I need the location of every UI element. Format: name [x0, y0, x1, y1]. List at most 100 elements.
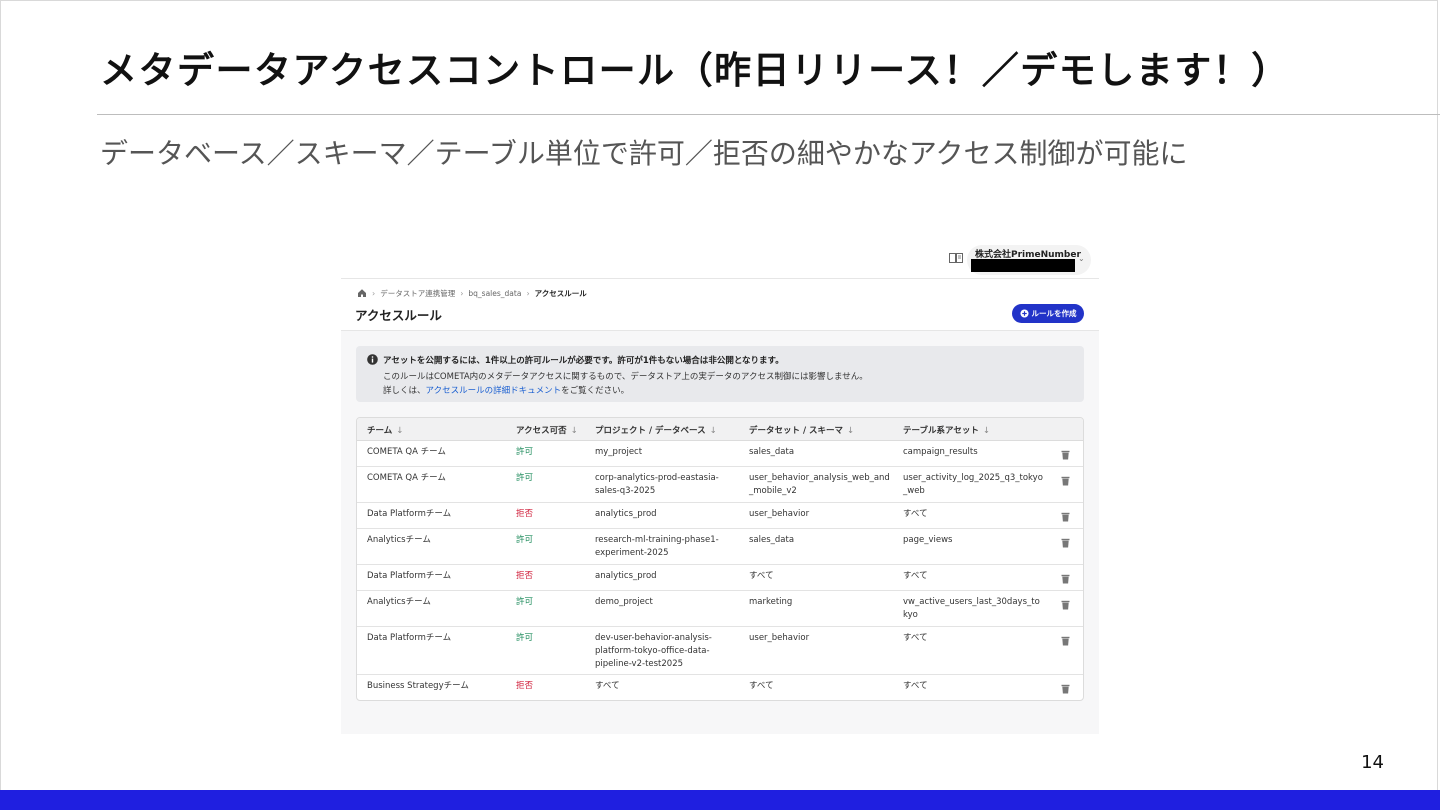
cell-table: すべて — [903, 508, 928, 521]
info-doc-suffix: をご覧ください。 — [561, 386, 630, 396]
access-rules-table: チーム ↓ アクセス可否 ↓ プロジェクト / データベース ↓ データセット / ス… — [356, 417, 1084, 701]
book-icon[interactable] — [949, 253, 963, 263]
bottom-accent-bar — [0, 790, 1440, 810]
cell-line: sales_data — [749, 447, 795, 457]
table-row[interactable]: COMETA QA チーム 許可 corp-analytics-prod-easta… — [357, 466, 1083, 503]
chevron-right-icon: › — [526, 288, 530, 298]
cell-team: Business Strategyチーム — [367, 681, 469, 691]
cell-line: sales_data — [749, 535, 795, 545]
breadcrumb-datastore[interactable]: データストア連携管理 — [380, 288, 455, 299]
column-dataset-label: データセット / スキーマ — [749, 426, 844, 436]
cell-access: 許可 — [516, 535, 534, 545]
cell-table: user_activity_log_2025_q3_tokyo _web — [903, 472, 1043, 498]
app-screenshot: 株式会社PrimeNumber ⌄ › データストア連携管理 › bq_sale… — [341, 242, 1099, 734]
table-row[interactable]: Data Platformチーム 許可 dev-user-behavior-anal… — [357, 626, 1083, 675]
cell-line: dev-user-behavior-analysis- — [595, 633, 712, 643]
cell-line: my_project — [595, 447, 643, 457]
cell-line: marketing — [749, 597, 793, 607]
cell-line: kyo — [903, 610, 918, 620]
cell-access: 許可 — [516, 473, 534, 483]
trash-icon[interactable] — [1061, 636, 1070, 646]
column-access-label: アクセス可否 — [516, 426, 567, 436]
cell-line: すべて — [903, 571, 928, 581]
slide-title: メタデータアクセスコントロール（昨日リリース！／デモします！） — [100, 49, 1290, 92]
home-icon[interactable] — [357, 288, 367, 298]
table-row[interactable]: Analyticsチーム 許可 demo_project marketing vw_ac… — [357, 590, 1083, 627]
trash-icon[interactable] — [1061, 574, 1070, 584]
access-rule-doc-link[interactable]: アクセスルールの詳細ドキュメント — [426, 386, 562, 396]
column-team-label: チーム — [367, 426, 393, 436]
cell-access: 拒否 — [516, 571, 534, 581]
cell-team: Data Platformチーム — [367, 509, 452, 519]
cell-table: すべて — [903, 680, 928, 693]
cell-line: page_views — [903, 535, 953, 545]
cell-team: Analyticsチーム — [367, 535, 431, 545]
cell-line: sales-q3-2025 — [595, 486, 656, 496]
cell-table: すべて — [903, 570, 928, 583]
create-rule-label: ルールを作成 — [1031, 309, 1077, 318]
cell-line: demo_project — [595, 597, 653, 607]
column-header-project[interactable]: プロジェクト / データベース ↓ — [595, 424, 717, 436]
chevron-right-icon: › — [372, 288, 376, 298]
info-text-doc: 詳しくは、アクセスルールの詳細ドキュメントをご覧ください。 — [383, 384, 629, 396]
table-row[interactable]: Business Strategyチーム 拒否 すべて すべて すべて — [357, 674, 1083, 700]
breadcrumb-current: アクセスルール — [534, 288, 587, 298]
cell-line: すべて — [903, 633, 928, 643]
info-notice: アセットを公開するには、1件以上の許可ルールが必要です。許可が1件もない場合は非… — [356, 346, 1084, 402]
table-row[interactable]: COMETA QA チーム 許可 my_project sales_data campa… — [357, 440, 1083, 467]
chevron-right-icon: › — [460, 288, 464, 298]
cell-dataset: sales_data — [749, 446, 794, 459]
breadcrumb-connection[interactable]: bq_sales_data — [468, 289, 521, 298]
redacted-username — [971, 259, 1075, 272]
sort-arrow-icon: ↓ — [709, 426, 717, 436]
cell-project: analytics_prod — [595, 570, 657, 583]
header-divider — [341, 278, 1099, 279]
table-row[interactable]: Data Platformチーム 拒否 analytics_prod user_beh… — [357, 502, 1083, 529]
trash-icon[interactable] — [1061, 538, 1070, 548]
column-header-access[interactable]: アクセス可否 ↓ — [516, 424, 578, 436]
info-text-primary: アセットを公開するには、1件以上の許可ルールが必要です。許可が1件もない場合は非… — [383, 356, 784, 366]
column-header-dataset[interactable]: データセット / スキーマ ↓ — [749, 424, 854, 436]
sort-arrow-icon: ↓ — [570, 426, 578, 436]
trash-icon[interactable] — [1061, 512, 1070, 522]
cell-dataset: user_behavior — [749, 508, 809, 521]
cell-dataset: user_behavior — [749, 632, 809, 645]
cell-table: vw_active_users_last_30days_tokyo — [903, 596, 1040, 622]
trash-icon[interactable] — [1061, 476, 1070, 486]
cell-access: 許可 — [516, 447, 534, 457]
trash-icon[interactable] — [1061, 684, 1070, 694]
cell-project: すべて — [595, 680, 620, 693]
cell-line: user_behavior — [749, 509, 810, 519]
sort-arrow-icon: ↓ — [396, 426, 404, 436]
table-header: チーム ↓ アクセス可否 ↓ プロジェクト / データベース ↓ データセット / ス… — [357, 418, 1083, 441]
cell-line: すべて — [903, 509, 928, 519]
title-divider — [97, 114, 1440, 115]
cell-team: Data Platformチーム — [367, 571, 452, 581]
breadcrumb: › データストア連携管理 › bq_sales_data › アクセスルール — [357, 287, 587, 299]
cell-line: すべて — [749, 571, 774, 581]
column-header-team[interactable]: チーム ↓ — [367, 424, 403, 436]
table-row[interactable]: Data Platformチーム 拒否 analytics_prod すべて すべて — [357, 564, 1083, 591]
cell-access: 拒否 — [516, 681, 534, 691]
cell-line: すべて — [749, 681, 774, 691]
cell-line: user_activity_log_2025_q3_tokyo — [903, 473, 1043, 483]
page-number: 14 — [1361, 752, 1384, 773]
cell-line: pipeline-v2-test2025 — [595, 659, 684, 669]
trash-icon[interactable] — [1061, 450, 1070, 460]
cell-team: COMETA QA チーム — [367, 447, 446, 457]
cell-project: corp-analytics-prod-eastasia-sales-q3-20… — [595, 472, 719, 498]
sort-arrow-icon: ↓ — [982, 426, 990, 436]
column-project-label: プロジェクト / データベース — [595, 426, 706, 436]
cell-line: すべて — [903, 681, 928, 691]
info-icon — [367, 354, 378, 365]
cell-project: my_project — [595, 446, 642, 459]
sort-arrow-icon: ↓ — [847, 426, 855, 436]
create-rule-button[interactable]: ルールを作成 — [1012, 304, 1084, 323]
cell-line: vw_active_users_last_30days_to — [903, 597, 1040, 607]
chevron-down-icon[interactable]: ⌄ — [1078, 254, 1085, 263]
cell-dataset: すべて — [749, 680, 774, 693]
trash-icon[interactable] — [1061, 600, 1070, 610]
table-row[interactable]: Analyticsチーム 許可 research-ml-training-phase… — [357, 528, 1083, 565]
cell-dataset: すべて — [749, 570, 774, 583]
column-header-table-asset[interactable]: テーブル系アセット ↓ — [903, 424, 990, 436]
